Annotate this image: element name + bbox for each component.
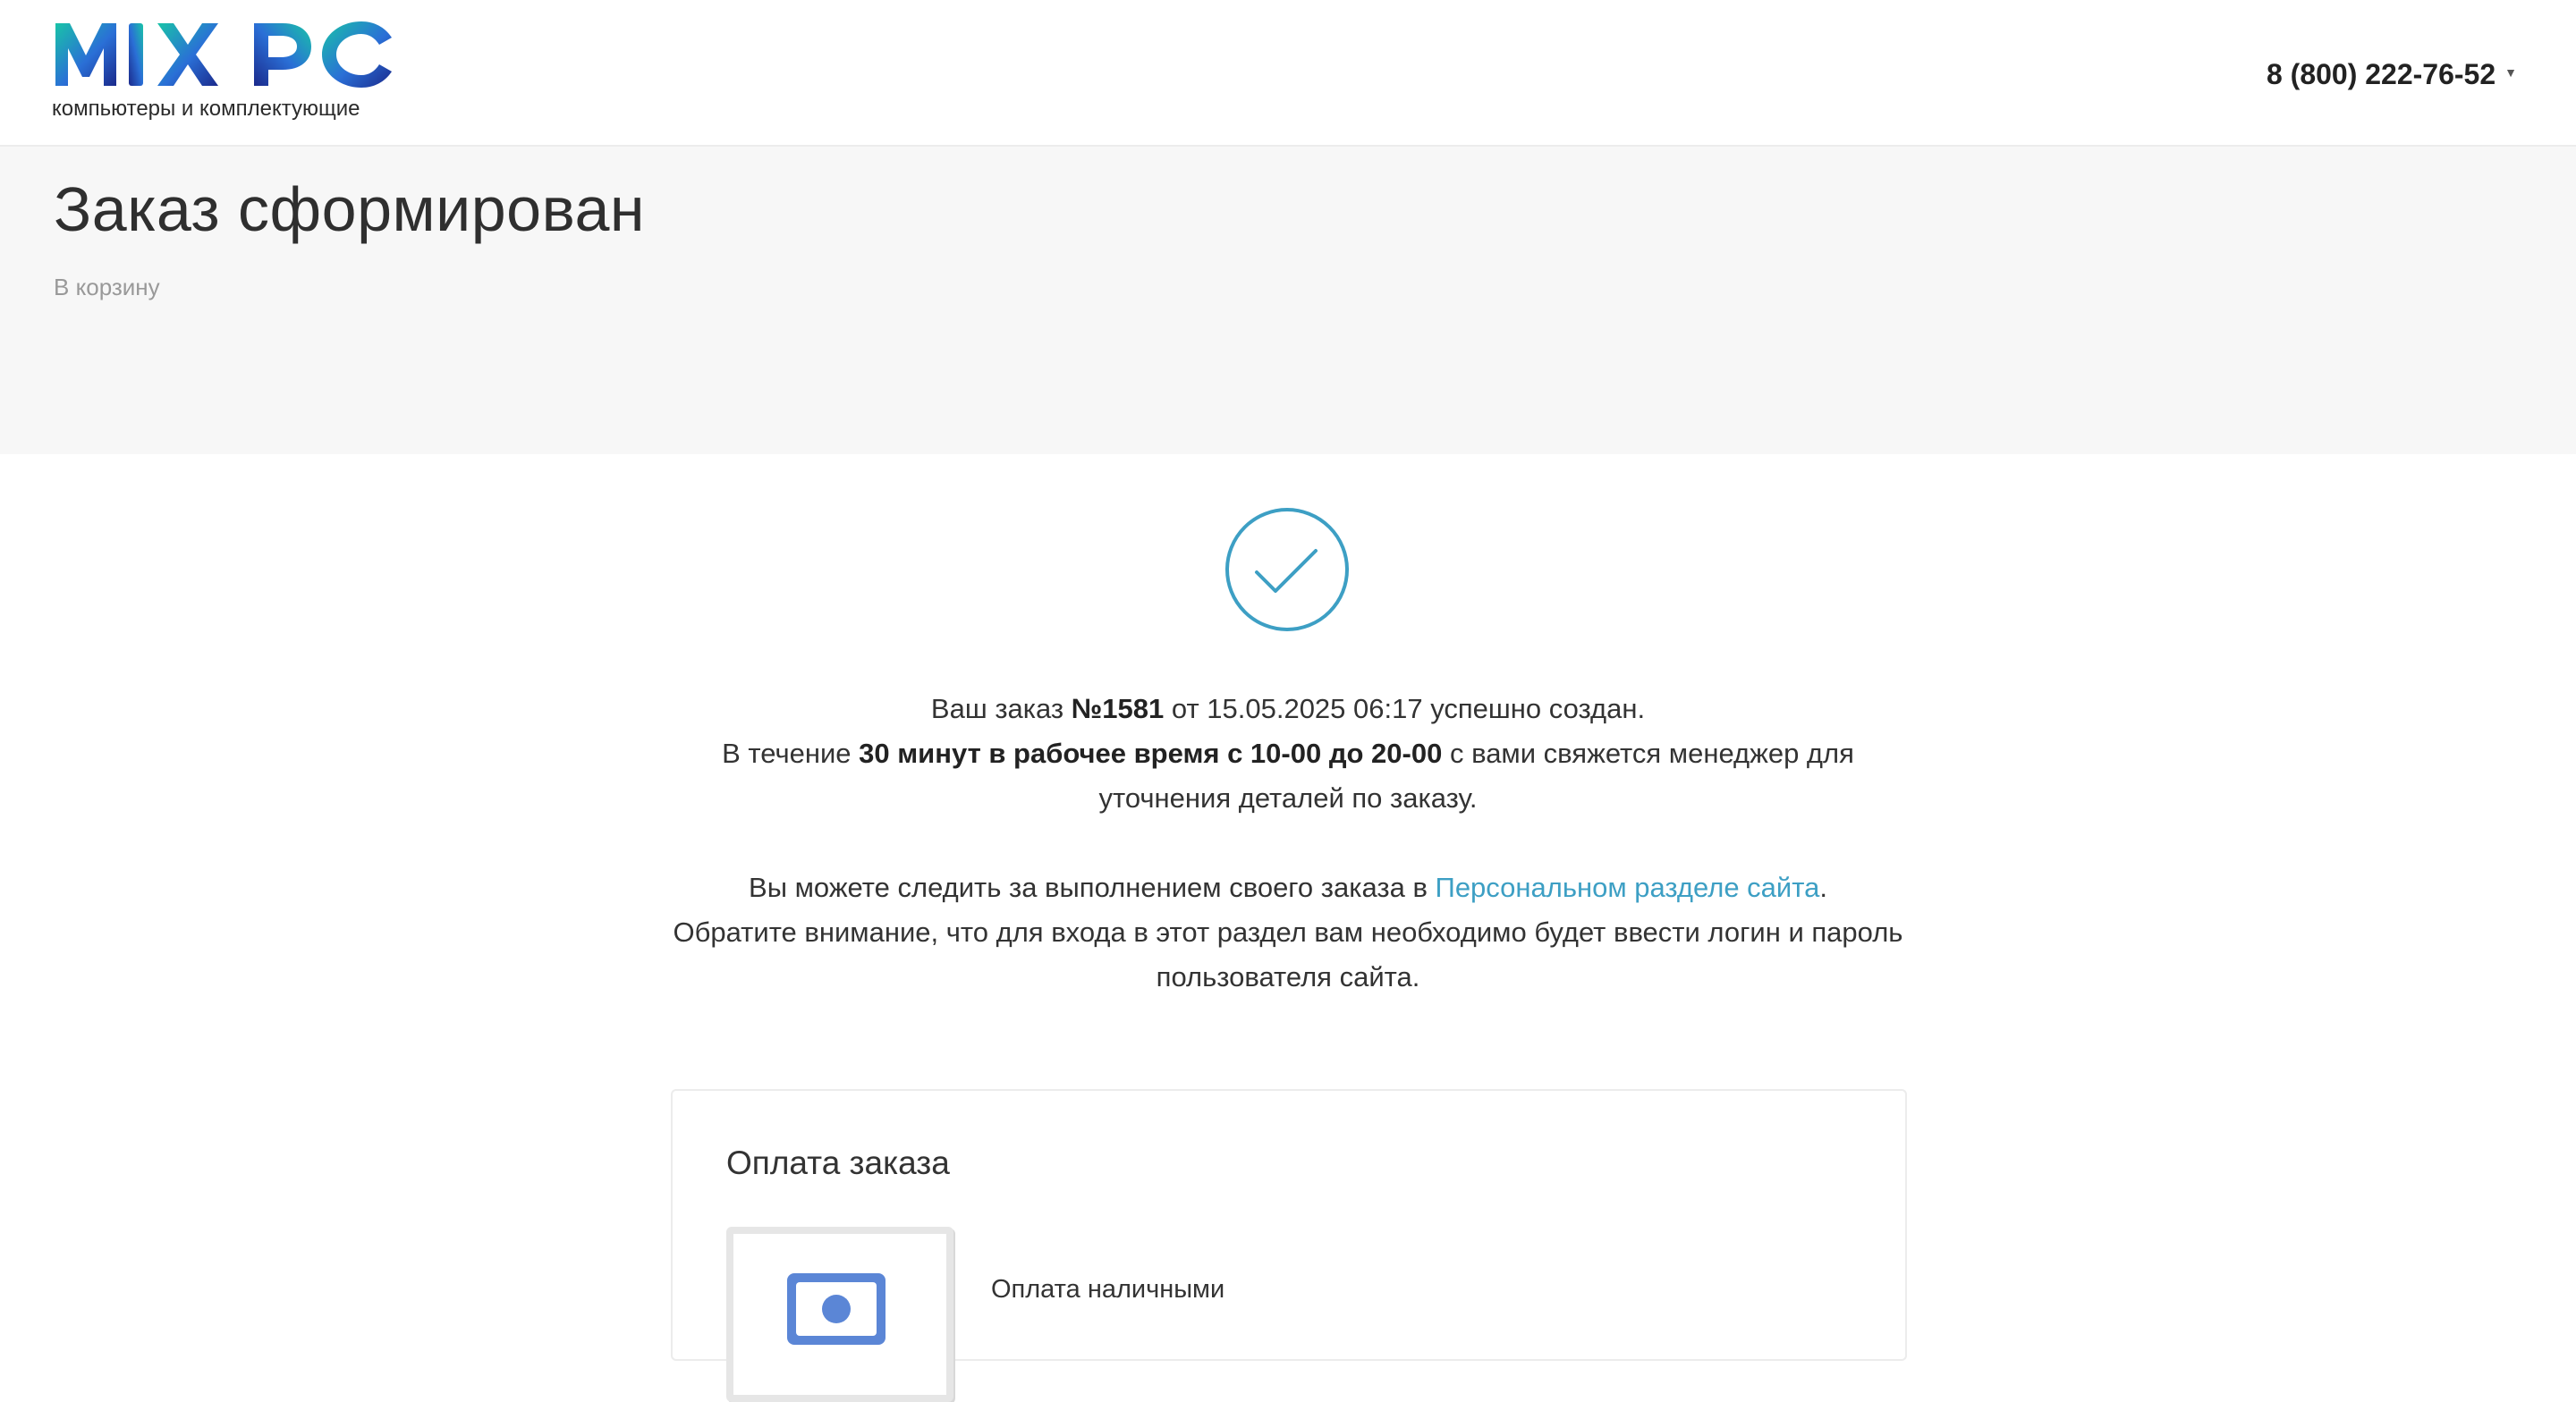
order-number: №1581 [1071,693,1165,724]
payment-method-label[interactable]: Оплата наличными [991,1275,1224,1305]
order-date-text: от 15.05.2025 06:17 успешно создан. [1164,693,1646,724]
contact-hours: 30 минут в рабочее время с 10-00 до 20-0… [859,738,1443,769]
title-band: Заказ сформирован В корзину [0,147,2576,454]
success-check-icon [1225,508,1349,631]
phone-dropdown[interactable]: 8 (800) 222-76-52 ▼ [2267,55,2517,93]
site-header: компьютеры и комплектующие 8 (800) 222-7… [0,0,2576,147]
payment-title: Оплата заказа [726,1144,950,1181]
logo-tagline: компьютеры и комплектующие [52,97,360,121]
order-created-line: Ваш заказ №1581 от 15.05.2025 06:17 успе… [662,687,1914,731]
cash-icon [787,1273,886,1345]
personal-section-link[interactable]: Персональном разделе сайта [1436,872,1820,903]
manager-contact-line: В течение 30 минут в рабочее время с 10-… [662,731,1914,821]
tracking-line: Вы можете следить за выполнением своего … [662,866,1914,910]
login-note: Обратите внимание, что для входа в этот … [673,916,1903,992]
breadcrumb-cart-link[interactable]: В корзину [54,274,160,301]
tracking-prefix: Вы можете следить за выполнением своего … [749,872,1436,903]
tracking-suffix: . [1819,872,1827,903]
site-logo[interactable]: компьютеры и комплектующие [52,18,410,129]
contact-prefix: В течение [722,738,860,769]
phone-number: 8 (800) 222-76-52 [2266,57,2496,90]
order-prefix: Ваш заказ [930,693,1072,724]
logo-wordmark [55,21,392,88]
order-confirmation-message: Ваш заказ №1581 от 15.05.2025 06:17 успе… [662,687,1914,1000]
payment-card: Оплата заказа Оплата наличными [671,1089,1907,1402]
page-title: Заказ сформирован [54,174,646,244]
caret-down-icon: ▼ [2504,65,2517,80]
payment-method-thumbnail[interactable] [726,1227,953,1402]
